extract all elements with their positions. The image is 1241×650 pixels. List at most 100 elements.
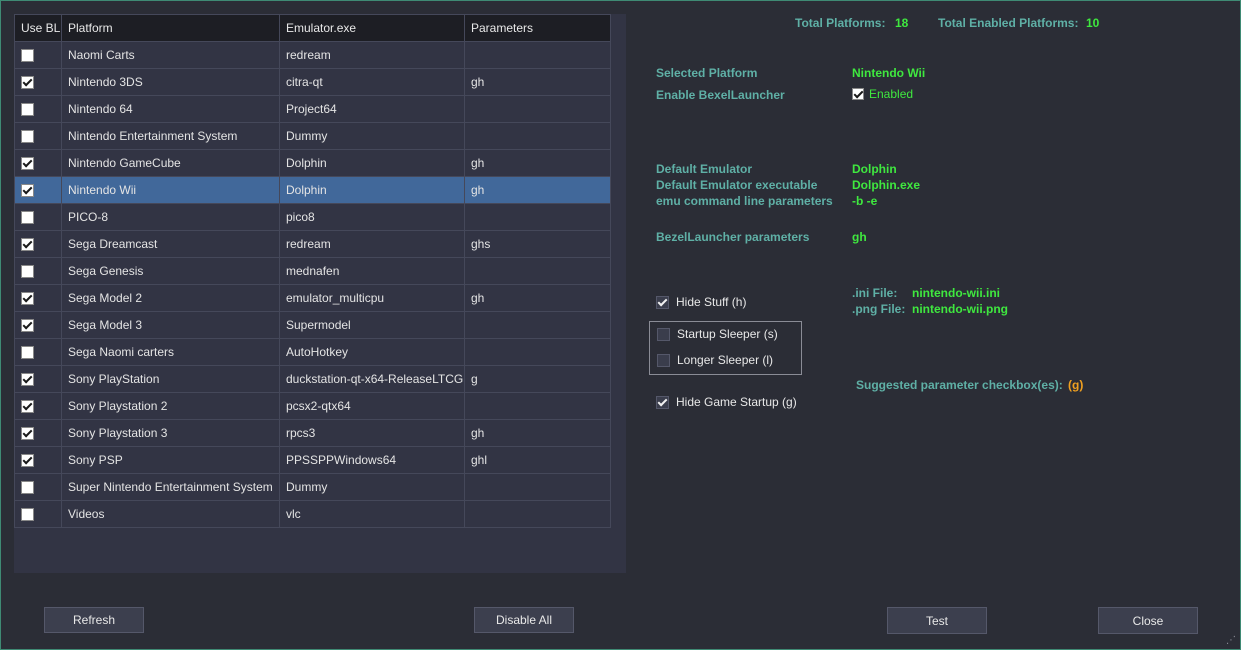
use-bl-cell[interactable] — [14, 257, 62, 285]
use-bl-checkbox[interactable] — [21, 49, 34, 63]
parameters-cell[interactable] — [464, 311, 611, 339]
emulator-cell[interactable]: Dolphin — [279, 176, 465, 204]
table-row[interactable]: Sega Genesis mednafen — [14, 257, 611, 285]
startup-sleeper-checkbox-box[interactable] — [657, 327, 670, 341]
platform-cell[interactable]: Super Nintendo Entertainment System — [61, 473, 280, 501]
use-bl-cell[interactable] — [14, 473, 62, 501]
test-button[interactable]: Test — [887, 607, 987, 634]
parameters-cell[interactable] — [464, 257, 611, 285]
use-bl-cell[interactable] — [14, 338, 62, 366]
table-row[interactable]: Naomi Carts redream — [14, 41, 611, 69]
hide-game-startup-checkbox-box[interactable] — [656, 395, 669, 409]
platform-cell[interactable]: Sega Dreamcast — [61, 230, 280, 258]
parameters-cell[interactable]: g — [464, 365, 611, 393]
platform-cell[interactable]: Nintendo Entertainment System — [61, 122, 280, 150]
table-row[interactable]: Nintendo 3DS citra-qt gh — [14, 68, 611, 96]
table-row[interactable]: Nintendo Entertainment System Dummy — [14, 122, 611, 150]
use-bl-cell[interactable] — [14, 176, 62, 204]
emulator-cell[interactable]: Dummy — [279, 473, 465, 501]
parameters-cell[interactable] — [464, 203, 611, 231]
parameters-cell[interactable]: gh — [464, 284, 611, 312]
use-bl-checkbox[interactable] — [21, 400, 34, 414]
table-row[interactable]: Sega Dreamcast redream ghs — [14, 230, 611, 258]
table-row[interactable]: Videos vlc — [14, 500, 611, 528]
platform-cell[interactable]: Nintendo 3DS — [61, 68, 280, 96]
use-bl-checkbox[interactable] — [21, 130, 34, 144]
platform-cell[interactable]: Naomi Carts — [61, 41, 280, 69]
use-bl-checkbox[interactable] — [21, 427, 34, 441]
emulator-cell[interactable]: AutoHotkey — [279, 338, 465, 366]
use-bl-checkbox[interactable] — [21, 481, 34, 495]
use-bl-cell[interactable] — [14, 95, 62, 123]
emulator-cell[interactable]: PPSSPPWindows64 — [279, 446, 465, 474]
parameters-cell[interactable] — [464, 338, 611, 366]
use-bl-checkbox[interactable] — [21, 76, 34, 90]
use-bl-cell[interactable] — [14, 41, 62, 69]
use-bl-checkbox[interactable] — [21, 454, 34, 468]
disable-all-button[interactable]: Disable All — [474, 607, 574, 633]
parameters-cell[interactable]: gh — [464, 419, 611, 447]
use-bl-cell[interactable] — [14, 284, 62, 312]
use-bl-checkbox[interactable] — [21, 346, 34, 360]
table-row[interactable]: Super Nintendo Entertainment System Dummy — [14, 473, 611, 501]
platform-cell[interactable]: Nintendo Wii — [61, 176, 280, 204]
emulator-cell[interactable]: vlc — [279, 500, 465, 528]
table-row[interactable]: Sony PSP PPSSPPWindows64 ghl — [14, 446, 611, 474]
parameters-cell[interactable]: ghl — [464, 446, 611, 474]
use-bl-cell[interactable] — [14, 311, 62, 339]
emulator-cell[interactable]: redream — [279, 230, 465, 258]
hide-stuff-checkbox[interactable]: Hide Stuff (h) — [656, 295, 746, 309]
parameters-cell[interactable]: gh — [464, 68, 611, 96]
platform-cell[interactable]: Sega Naomi carters — [61, 338, 280, 366]
use-bl-checkbox[interactable] — [21, 508, 34, 522]
table-row[interactable]: Sega Naomi carters AutoHotkey — [14, 338, 611, 366]
platform-cell[interactable]: Sony PSP — [61, 446, 280, 474]
enabled-checkbox[interactable]: Enabled — [852, 87, 913, 101]
use-bl-cell[interactable] — [14, 392, 62, 420]
use-bl-cell[interactable] — [14, 122, 62, 150]
use-bl-cell[interactable] — [14, 500, 62, 528]
platform-cell[interactable]: PICO-8 — [61, 203, 280, 231]
emulator-cell[interactable]: Dummy — [279, 122, 465, 150]
longer-sleeper-checkbox-box[interactable] — [657, 353, 670, 367]
resize-grip-icon[interactable]: ⋰ — [1226, 635, 1236, 646]
parameters-cell[interactable]: gh — [464, 149, 611, 177]
use-bl-cell[interactable] — [14, 149, 62, 177]
use-bl-cell[interactable] — [14, 365, 62, 393]
parameters-cell[interactable]: gh — [464, 176, 611, 204]
longer-sleeper-checkbox[interactable]: Longer Sleeper (l) — [657, 353, 773, 367]
column-header-use-bl[interactable]: Use BL — [14, 14, 62, 42]
refresh-button[interactable]: Refresh — [44, 607, 144, 633]
platform-cell[interactable]: Sony Playstation 3 — [61, 419, 280, 447]
use-bl-cell[interactable] — [14, 446, 62, 474]
platform-cell[interactable]: Sega Model 2 — [61, 284, 280, 312]
table-row[interactable]: Sega Model 3 Supermodel — [14, 311, 611, 339]
startup-sleeper-checkbox[interactable]: Startup Sleeper (s) — [657, 327, 778, 341]
close-button[interactable]: Close — [1098, 607, 1198, 634]
use-bl-cell[interactable] — [14, 419, 62, 447]
emulator-cell[interactable]: pico8 — [279, 203, 465, 231]
parameters-cell[interactable] — [464, 473, 611, 501]
emulator-cell[interactable]: pcsx2-qtx64 — [279, 392, 465, 420]
column-header-platform[interactable]: Platform — [61, 14, 280, 42]
table-row[interactable]: Sega Model 2 emulator_multicpu gh — [14, 284, 611, 312]
use-bl-checkbox[interactable] — [21, 373, 34, 387]
use-bl-checkbox[interactable] — [21, 103, 34, 117]
parameters-cell[interactable] — [464, 95, 611, 123]
platform-cell[interactable]: Videos — [61, 500, 280, 528]
parameters-cell[interactable] — [464, 41, 611, 69]
emulator-cell[interactable]: citra-qt — [279, 68, 465, 96]
use-bl-checkbox[interactable] — [21, 238, 34, 252]
parameters-cell[interactable] — [464, 122, 611, 150]
platform-cell[interactable]: Sega Genesis — [61, 257, 280, 285]
use-bl-cell[interactable] — [14, 230, 62, 258]
table-row[interactable]: Nintendo GameCube Dolphin gh — [14, 149, 611, 177]
table-row[interactable]: PICO-8 pico8 — [14, 203, 611, 231]
use-bl-checkbox[interactable] — [21, 319, 34, 333]
platform-cell[interactable]: Sega Model 3 — [61, 311, 280, 339]
use-bl-checkbox[interactable] — [21, 157, 34, 171]
use-bl-checkbox[interactable] — [21, 292, 34, 306]
table-row[interactable]: Nintendo Wii Dolphin gh — [14, 176, 611, 204]
emulator-cell[interactable]: redream — [279, 41, 465, 69]
table-row[interactable]: Sony Playstation 2 pcsx2-qtx64 — [14, 392, 611, 420]
